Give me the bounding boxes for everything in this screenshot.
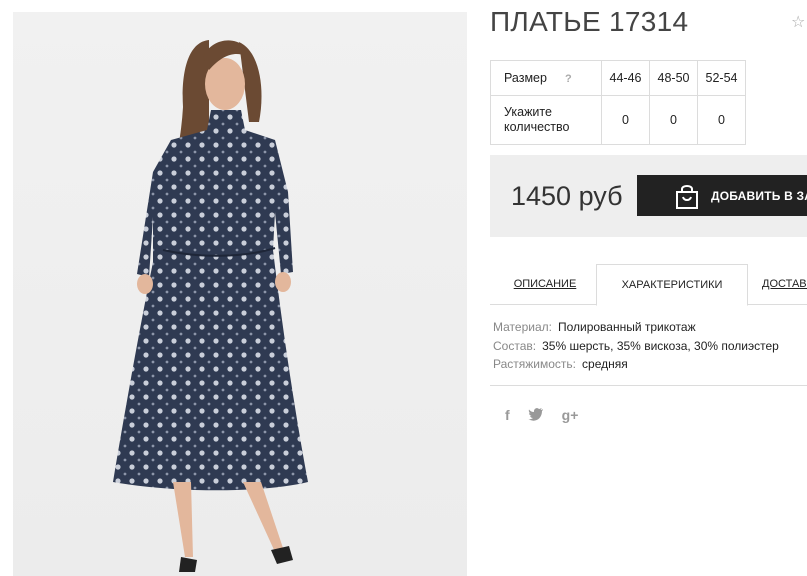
property-value: средняя <box>582 357 628 371</box>
property-value: Полированный трикотаж <box>557 320 696 334</box>
tab-delivery[interactable]: ДОСТАВКА <box>762 264 807 304</box>
property-value: 35% шерсть, 35% вискоза, 30% полиэстер <box>542 338 779 353</box>
tab-description-label: ОПИСАНИЕ <box>513 278 577 290</box>
size-label: Размер <box>504 71 547 85</box>
add-to-order-label: ДОБАВИТЬ В ЗАКАЗ <box>711 188 807 203</box>
size-table: Размер? 44-46 48-50 52-54 Укажите количе… <box>490 60 746 145</box>
quantity-input-52-54[interactable]: 0 <box>697 95 746 145</box>
dress-model-image <box>113 40 308 572</box>
tab-characteristics[interactable]: ХАРАКТЕРИСТИКИ <box>596 264 748 306</box>
property-row: Материал: Полированный трикотаж <box>493 318 779 337</box>
size-row: Размер? 44-46 48-50 52-54 <box>490 60 746 96</box>
quantity-label-line1: Укажите <box>504 105 552 119</box>
property-key: Состав: <box>493 338 537 353</box>
divider <box>490 385 807 386</box>
quantity-input-44-46[interactable]: 0 <box>601 95 650 145</box>
product-title: ПЛАТЬЕ 17314 <box>490 6 689 37</box>
property-key: Растяжимость: <box>493 357 577 371</box>
star-outline-icon[interactable]: ☆ <box>791 12 805 32</box>
twitter-icon[interactable] <box>528 407 544 424</box>
buy-bar: 1450 руб ДОБАВИТЬ В ЗАКАЗ <box>490 155 807 237</box>
shopping-bag-icon <box>676 185 698 209</box>
property-row: Состав: 35% шерсть, 35% вискоза, 30% поли… <box>493 337 779 356</box>
social-share: f g+ <box>505 407 578 424</box>
product-properties: Материал: Полированный трикотаж Состав: 35… <box>493 318 779 374</box>
quantity-label-cell: Укажите количество <box>490 95 602 145</box>
tab-characteristics-label: ХАРАКТЕРИСТИКИ <box>621 279 723 291</box>
add-to-order-button[interactable]: ДОБАВИТЬ В ЗАКАЗ <box>637 175 807 216</box>
size-48-50: 48-50 <box>649 60 698 96</box>
size-52-54: 52-54 <box>697 60 746 96</box>
property-row: Растяжимость: средняя <box>493 355 779 374</box>
quantity-input-48-50[interactable]: 0 <box>649 95 698 145</box>
quantity-label-line2: количество <box>504 120 570 134</box>
size-44-46: 44-46 <box>601 60 650 96</box>
quantity-row: Укажите количество 0 0 0 <box>490 95 746 145</box>
facebook-icon[interactable]: f <box>505 407 510 424</box>
product-photo[interactable] <box>13 12 467 576</box>
tab-delivery-label: ДОСТАВКА <box>762 278 807 290</box>
tab-description[interactable]: ОПИСАНИЕ <box>494 264 596 304</box>
google-plus-icon[interactable]: g+ <box>562 407 579 424</box>
size-label-cell: Размер? <box>490 60 602 96</box>
price: 1450 руб <box>511 181 623 211</box>
question-icon[interactable]: ? <box>565 73 572 85</box>
product-tabs: ОПИСАНИЕ ХАРАКТЕРИСТИКИ ДОСТАВКА <box>490 264 807 306</box>
property-key: Материал: <box>493 320 552 334</box>
